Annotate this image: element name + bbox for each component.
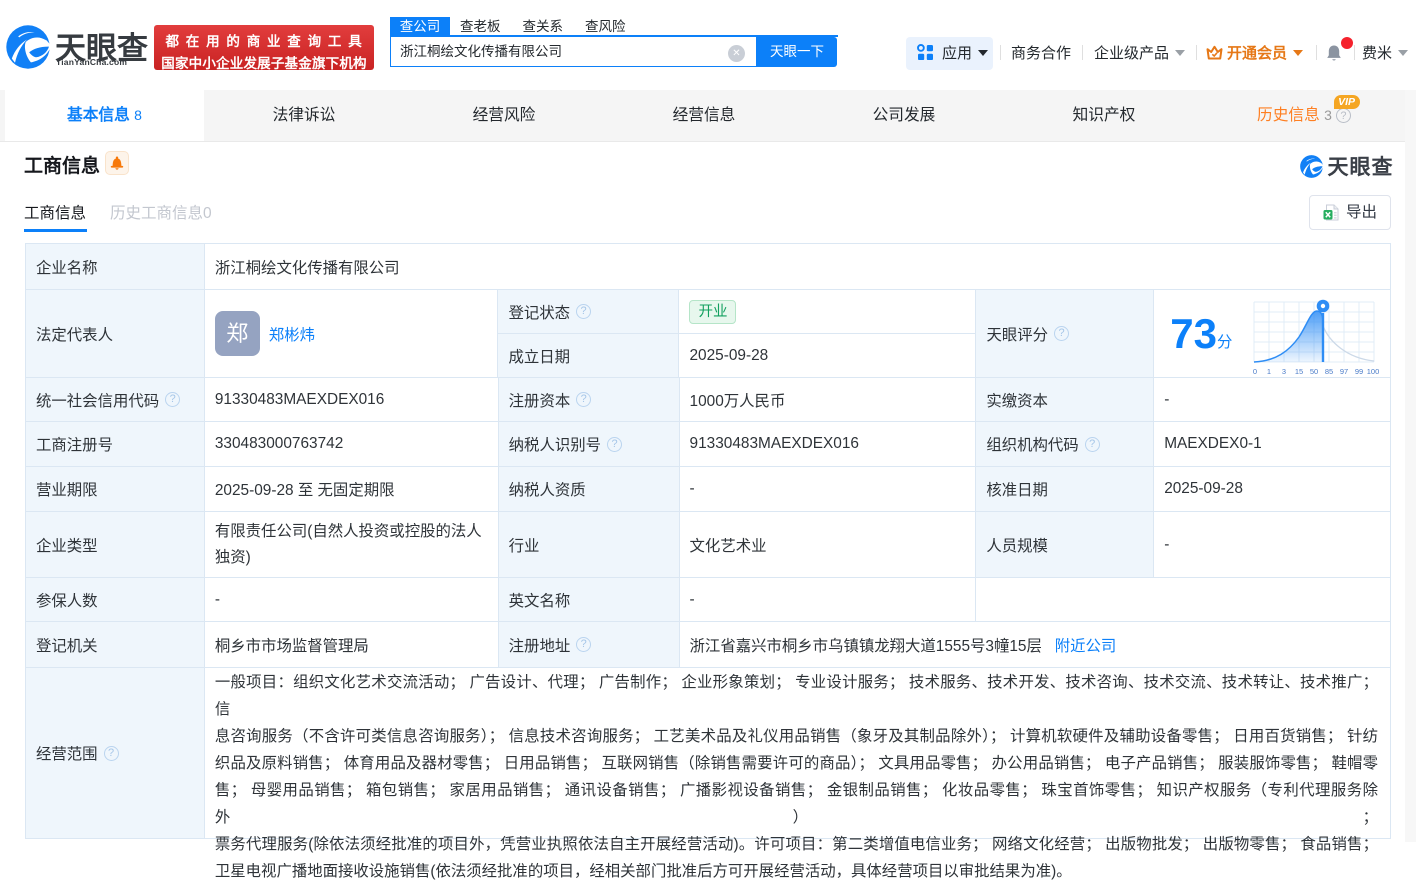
svg-text:50: 50 — [1310, 367, 1318, 376]
svg-text:85: 85 — [1325, 367, 1333, 376]
svg-text:97: 97 — [1340, 367, 1348, 376]
svg-text:15: 15 — [1295, 367, 1303, 376]
svg-text:99: 99 — [1355, 367, 1363, 376]
svg-text:100: 100 — [1367, 367, 1380, 376]
svg-text:1: 1 — [1267, 367, 1271, 376]
svg-text:0: 0 — [1253, 367, 1257, 376]
svg-text:3: 3 — [1282, 367, 1286, 376]
